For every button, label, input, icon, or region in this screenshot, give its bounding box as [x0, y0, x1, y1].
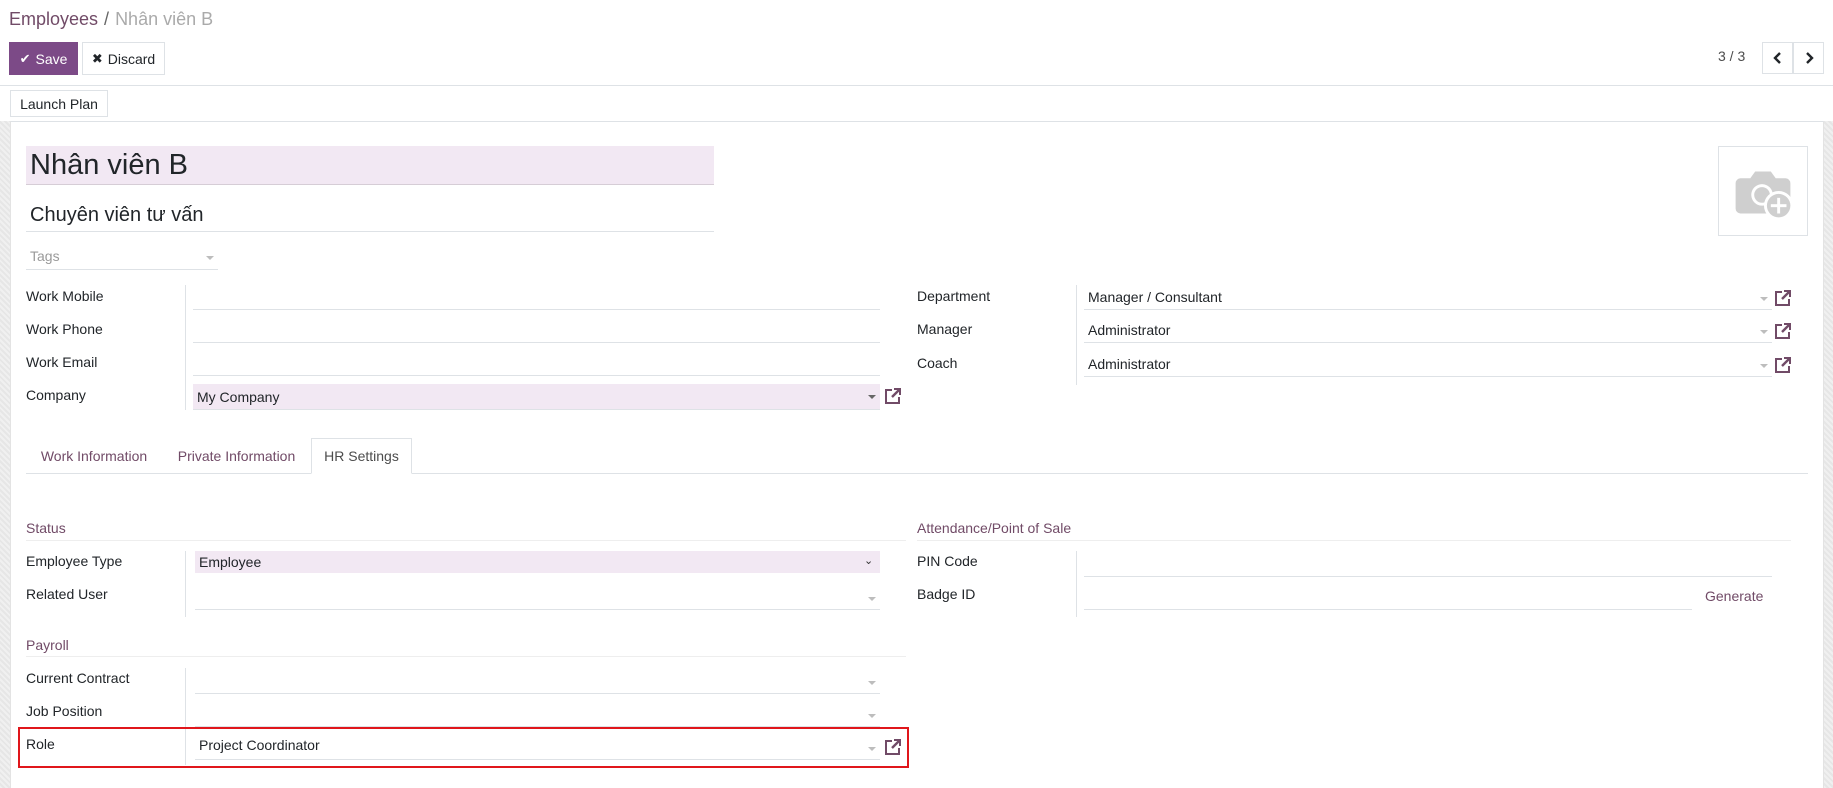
breadcrumb-employees-link[interactable]: Employees [9, 9, 98, 29]
related-user-label: Related User [26, 586, 108, 602]
discard-button-label: Discard [107, 50, 156, 67]
work-email-input[interactable] [193, 352, 880, 376]
tags-placeholder: Tags [30, 248, 60, 264]
control-panel-divider [0, 85, 1833, 86]
work-mobile-label: Work Mobile [26, 288, 104, 304]
save-button[interactable]: ✔ Save [9, 42, 78, 75]
department-value: Manager / Consultant [1088, 289, 1222, 305]
dropdown-caret-icon [1760, 297, 1768, 301]
current-contract-select[interactable] [195, 668, 880, 694]
company-external-link-button[interactable] [883, 386, 903, 406]
tags-input[interactable]: Tags [26, 245, 218, 270]
company-select[interactable]: My Company [193, 384, 880, 410]
dropdown-caret-icon [1760, 364, 1768, 368]
breadcrumb-separator: / [104, 9, 110, 29]
dropdown-caret-icon [868, 714, 876, 718]
attendance-section-divider [917, 540, 1791, 541]
badge-id-label: Badge ID [917, 586, 976, 602]
camera-plus-icon [1735, 171, 1794, 221]
manager-value: Administrator [1088, 322, 1171, 338]
work-phone-label: Work Phone [26, 321, 103, 337]
pin-code-label: PIN Code [917, 553, 978, 569]
coach-select[interactable]: Administrator [1084, 353, 1772, 377]
tab-private-information[interactable]: Private Information [162, 438, 311, 474]
external-link-icon [885, 388, 901, 404]
external-link-icon [1775, 290, 1791, 306]
discard-button[interactable]: ✖ Discard [82, 42, 165, 75]
job-position-label: Job Position [26, 703, 103, 719]
check-icon: ✔ [19, 50, 31, 66]
department-label: Department [917, 288, 991, 304]
payroll-section-title: Payroll [26, 637, 69, 653]
chevron-left-icon [1772, 52, 1781, 64]
manager-external-link-button[interactable] [1773, 321, 1793, 341]
job-position-select[interactable] [195, 701, 880, 727]
status-section-divider [26, 540, 906, 541]
company-label: Company [26, 387, 86, 403]
coach-external-link-button[interactable] [1773, 355, 1793, 375]
badge-id-input[interactable] [1084, 584, 1692, 610]
left-column-separator [185, 285, 186, 410]
manager-label: Manager [917, 321, 973, 337]
employee-type-label: Employee Type [26, 553, 123, 569]
attendance-section-title: Attendance/Point of Sale [917, 520, 1072, 536]
employee-type-select[interactable]: Employee ⌄ [195, 551, 880, 573]
work-phone-input[interactable] [193, 319, 880, 343]
times-icon: ✖ [91, 50, 103, 66]
dropdown-caret-icon [206, 256, 214, 260]
employee-photo-upload[interactable] [1718, 146, 1808, 236]
breadcrumb-current: Nhân viên B [115, 9, 214, 29]
dropdown-caret-icon [868, 681, 876, 685]
company-value: My Company [197, 389, 280, 405]
current-contract-label: Current Contract [26, 670, 130, 686]
save-button-label: Save [35, 50, 68, 67]
pager-previous-button[interactable] [1762, 42, 1793, 74]
pin-code-input[interactable] [1084, 551, 1772, 577]
related-user-select[interactable] [195, 585, 880, 610]
employee-type-value: Employee [199, 554, 262, 570]
external-link-icon [1775, 357, 1791, 373]
pager-value[interactable]: 3 / 3 [1718, 48, 1745, 64]
scrollbar[interactable] [1824, 121, 1833, 788]
payroll-section-divider [26, 656, 906, 657]
right-column-separator [1076, 285, 1077, 385]
role-highlight-annotation [18, 727, 909, 768]
form-background-left [0, 121, 10, 788]
external-link-icon [1775, 323, 1791, 339]
chevron-down-icon: ⌄ [864, 555, 874, 567]
department-select[interactable]: Manager / Consultant [1084, 286, 1772, 310]
chevron-right-icon [1805, 52, 1814, 64]
status-column-separator [185, 551, 186, 617]
department-external-link-button[interactable] [1773, 288, 1793, 308]
launch-plan-button[interactable]: Launch Plan [10, 90, 108, 117]
job-title-input[interactable]: Chuyên viên tư vấn [26, 200, 714, 232]
employee-name-input[interactable]: Nhân viên B [26, 146, 714, 185]
pager-next-button[interactable] [1793, 42, 1824, 74]
tab-work-information[interactable]: Work Information [26, 438, 162, 474]
coach-value: Administrator [1088, 356, 1171, 372]
work-email-label: Work Email [26, 354, 98, 370]
breadcrumb: Employees / Nhân viên B [9, 9, 213, 30]
dropdown-caret-icon [1760, 330, 1768, 334]
status-section-title: Status [26, 520, 66, 536]
manager-select[interactable]: Administrator [1084, 319, 1772, 343]
work-mobile-input[interactable] [193, 286, 880, 310]
attendance-column-separator [1076, 551, 1077, 617]
generate-badge-button[interactable]: Generate [1705, 588, 1763, 604]
tab-hr-settings[interactable]: HR Settings [311, 438, 412, 474]
dropdown-caret-icon [868, 395, 876, 399]
coach-label: Coach [917, 355, 958, 371]
dropdown-caret-icon [868, 597, 876, 601]
